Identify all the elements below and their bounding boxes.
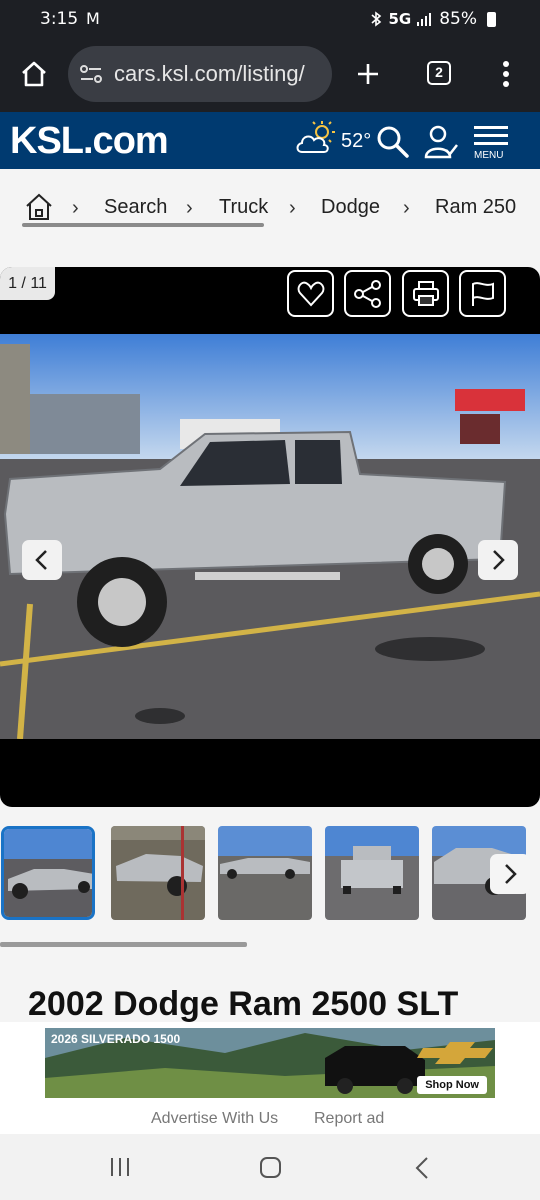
favorite-button[interactable] [287, 270, 334, 317]
print-button[interactable] [402, 270, 449, 317]
ad-title: 2026 SILVERADO 1500 [51, 1032, 181, 1046]
chevron-right-icon [505, 864, 517, 884]
next-photo-button[interactable] [478, 540, 518, 580]
clock: 3:15 [40, 9, 79, 29]
chevron-left-icon [35, 550, 47, 570]
breadcrumb-scroll-indicator [22, 223, 264, 227]
breadcrumb-model[interactable]: Ram 250 [435, 196, 516, 219]
report-flag-button[interactable] [459, 270, 506, 317]
status-bar: 3:15 M 5G 85% [0, 0, 540, 40]
photo-counter: 1 / 11 [0, 267, 55, 300]
network-type: 5G [388, 10, 412, 28]
share-button[interactable] [344, 270, 391, 317]
search-icon[interactable] [376, 125, 410, 159]
breadcrumb-dodge[interactable]: Dodge [321, 196, 380, 219]
previous-photo-button[interactable] [22, 540, 62, 580]
photo-gallery[interactable]: 1 / 11 [0, 267, 540, 807]
ad-container: 2026 SILVERADO 1500 Shop Now Advertise W… [0, 1022, 540, 1134]
shop-now-button[interactable]: Shop Now [417, 1076, 487, 1094]
recent-apps-icon[interactable] [109, 1156, 131, 1178]
share-icon [354, 280, 381, 308]
breadcrumb-truck[interactable]: Truck [219, 196, 268, 219]
ad-banner[interactable]: 2026 SILVERADO 1500 Shop Now [45, 1028, 495, 1098]
chevron-right-icon: › [72, 197, 79, 219]
main-photo[interactable] [0, 334, 540, 739]
browser-toolbar: cars.ksl.com/listing/ 2 [0, 40, 540, 112]
next-thumbnails-button[interactable] [490, 854, 530, 894]
heart-icon [297, 281, 325, 307]
chevron-right-icon: › [403, 197, 410, 219]
advertise-link[interactable]: Advertise With Us [151, 1110, 278, 1128]
chevron-right-icon [493, 550, 505, 570]
thumbnail[interactable] [218, 826, 312, 920]
bluetooth-icon [371, 11, 382, 27]
breadcrumb: › Search › Truck › Dodge › Ram 250 [0, 169, 540, 259]
site-settings-icon[interactable] [80, 64, 102, 84]
temperature: 52° [341, 130, 372, 152]
thumbnail-scroll-indicator [0, 942, 247, 947]
home-icon[interactable] [20, 60, 48, 88]
listing-title: 2002 Dodge Ram 2500 SLT [28, 985, 459, 1023]
thumbnail[interactable] [325, 826, 419, 920]
account-icon[interactable] [424, 124, 458, 160]
chevron-right-icon: › [289, 197, 296, 219]
weather-partly-cloudy-icon[interactable] [294, 120, 338, 156]
status-indicators: 5G 85% [370, 9, 496, 29]
mail-notification-icon: M [86, 9, 100, 28]
url-text: cars.ksl.com/listing/ [114, 61, 305, 86]
menu-label[interactable]: MENU [474, 150, 503, 161]
system-nav-bar [0, 1134, 540, 1200]
battery-icon [487, 11, 496, 27]
new-tab-icon[interactable] [356, 62, 380, 86]
site-header: KSL.com 52° MENU [0, 112, 540, 169]
address-bar[interactable]: cars.ksl.com/listing/ [68, 46, 332, 102]
home-button-icon[interactable] [259, 1156, 282, 1179]
battery-percent: 85% [439, 9, 477, 29]
thumbnail-strip [0, 822, 540, 932]
breadcrumb-search[interactable]: Search [104, 196, 167, 219]
more-options-icon[interactable] [502, 60, 510, 88]
ksl-logo[interactable]: KSL.com [10, 120, 169, 163]
flag-icon [472, 282, 494, 306]
signal-icon [417, 13, 432, 26]
thumbnail[interactable] [111, 826, 205, 920]
menu-icon[interactable] [474, 126, 508, 148]
home-icon[interactable] [25, 193, 53, 221]
report-ad-link[interactable]: Report ad [314, 1110, 384, 1128]
chevron-right-icon: › [186, 197, 193, 219]
back-icon[interactable] [414, 1156, 430, 1180]
tab-switcher-button[interactable]: 2 [427, 61, 451, 85]
thumbnail[interactable] [1, 826, 95, 920]
printer-icon [413, 281, 439, 306]
